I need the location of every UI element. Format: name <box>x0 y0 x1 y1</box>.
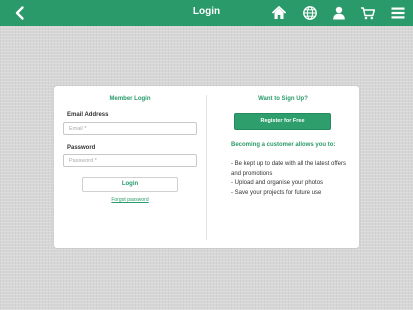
globe-icon[interactable] <box>301 4 319 22</box>
email-input[interactable] <box>63 122 197 135</box>
password-input[interactable] <box>63 154 197 167</box>
benefit-item: - Be kept up to date with all the latest… <box>231 161 346 177</box>
cart-icon[interactable] <box>359 4 377 22</box>
signup-heading: Want to Sign Up? <box>258 96 308 102</box>
column-divider <box>206 95 207 240</box>
login-card: Member Login Email Address Password Logi… <box>54 86 359 248</box>
benefit-item: - Save your projects for future use <box>231 189 322 196</box>
top-navigation-bar: Login <box>0 0 413 26</box>
benefits-heading: Becoming a customer allows you to: <box>231 142 336 148</box>
email-label: Email Address <box>67 112 109 118</box>
page-title: Login <box>192 6 221 17</box>
back-chevron-icon[interactable] <box>11 4 29 22</box>
benefit-item: - Upload and organise your photos <box>231 180 324 186</box>
home-icon[interactable] <box>270 4 288 22</box>
forgot-password-link[interactable]: Forgot password <box>54 197 206 203</box>
member-login-heading: Member Login <box>109 96 151 102</box>
login-button[interactable]: Login <box>82 177 178 192</box>
hamburger-menu-icon[interactable] <box>389 4 407 22</box>
user-icon[interactable] <box>330 4 348 22</box>
register-button[interactable]: Register for Free <box>234 113 331 130</box>
password-label: Password <box>67 145 96 151</box>
